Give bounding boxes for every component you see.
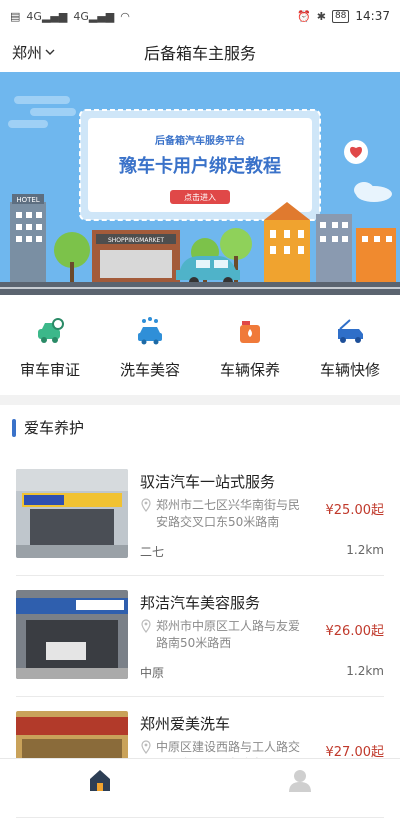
section-header: 爱车养护 bbox=[12, 417, 84, 438]
tab-bar bbox=[0, 758, 400, 800]
home-icon bbox=[87, 767, 113, 793]
status-left: ▤ 4G▂▄▆ 4G▂▄▆ ◠ bbox=[10, 10, 130, 23]
shop-name: 郑州爱美洗车 bbox=[140, 713, 230, 734]
user-icon bbox=[287, 767, 313, 793]
signal-icon: 4G▂▄▆ bbox=[26, 10, 67, 23]
shop-price: ¥26.00起 bbox=[326, 620, 385, 639]
section-accent-bar bbox=[12, 419, 16, 437]
signal-label: 4G bbox=[26, 10, 42, 23]
car-inspection-icon bbox=[34, 315, 66, 347]
hotel-sign: HOTEL bbox=[16, 196, 39, 204]
clock: 14:37 bbox=[355, 9, 390, 23]
service-grid: 审车审证 洗车美容 车辆保养 车辆快修 bbox=[0, 301, 400, 393]
city-selector[interactable]: 郑州 bbox=[12, 42, 56, 63]
sim-icon: ▤ bbox=[10, 10, 20, 23]
service-label: 洗车美容 bbox=[120, 359, 180, 380]
banner-subtitle: 后备箱汽车服务平台 bbox=[155, 134, 245, 147]
car-wash-icon bbox=[134, 315, 166, 347]
banner-illustration: 后备箱汽车服务平台 豫车卡用户绑定教程 点击进入 HOTEL SHOPPINGM… bbox=[0, 72, 400, 295]
service-maintenance[interactable]: 车辆保养 bbox=[200, 301, 300, 393]
signal2-icon: 4G▂▄▆ bbox=[73, 10, 114, 23]
list-item[interactable]: 驭洁汽车一站式服务 郑州市二七区兴华南街与民安路交叉口东50米路南 ¥25.00… bbox=[16, 455, 384, 576]
section-title: 爱车养护 bbox=[24, 417, 84, 438]
shop-distance: 1.2km bbox=[346, 664, 384, 678]
service-label: 车辆保养 bbox=[220, 359, 280, 380]
shop-address-text: 郑州市二七区兴华南街与民安路交叉口东50米路南 bbox=[156, 498, 300, 529]
page-title: 后备箱车主服务 bbox=[0, 40, 400, 64]
shop-sign: SHOPPINGMARKET bbox=[108, 237, 164, 244]
shop-name: 邦洁汽车美容服务 bbox=[140, 592, 260, 613]
shop-distance: 1.2km bbox=[346, 543, 384, 557]
shop-address: 郑州市中原区工人路与友爱路南50米路西 bbox=[140, 618, 310, 652]
oil-maintenance-icon bbox=[234, 315, 266, 347]
service-label: 审车审证 bbox=[20, 359, 80, 380]
city-label: 郑州 bbox=[12, 42, 42, 63]
shop-photo bbox=[16, 590, 128, 679]
promo-banner[interactable]: 后备箱汽车服务平台 豫车卡用户绑定教程 点击进入 HOTEL SHOPPINGM… bbox=[0, 72, 400, 295]
service-wash[interactable]: 洗车美容 bbox=[100, 301, 200, 393]
service-inspection[interactable]: 审车审证 bbox=[0, 301, 100, 393]
shop-photo bbox=[16, 469, 128, 558]
shop-name: 驭洁汽车一站式服务 bbox=[140, 471, 275, 492]
tow-truck-icon bbox=[334, 315, 366, 347]
signal2-label: 4G bbox=[73, 10, 89, 23]
shop-address-text: 郑州市中原区工人路与友爱路南50米路西 bbox=[156, 619, 300, 650]
service-repair[interactable]: 车辆快修 bbox=[300, 301, 400, 393]
list-item[interactable]: 邦洁汽车美容服务 郑州市中原区工人路与友爱路南50米路西 ¥26.00起 中原 … bbox=[16, 576, 384, 697]
shop-area: 中原 bbox=[140, 664, 164, 681]
section-divider bbox=[0, 395, 400, 405]
location-pin-icon bbox=[140, 619, 152, 633]
service-label: 车辆快修 bbox=[320, 359, 380, 380]
status-bar: ▤ 4G▂▄▆ 4G▂▄▆ ◠ ⏰ ✱ 88 14:37 bbox=[0, 0, 400, 32]
shop-address: 郑州市二七区兴华南街与民安路交叉口东50米路南 bbox=[140, 497, 310, 531]
location-pin-icon bbox=[140, 740, 152, 754]
bluetooth-icon: ✱ bbox=[317, 10, 326, 23]
chevron-down-icon bbox=[44, 46, 56, 58]
shop-price: ¥25.00起 bbox=[326, 499, 385, 518]
battery-icon: 88 bbox=[332, 10, 349, 23]
status-right: ⏰ ✱ 88 14:37 bbox=[297, 9, 390, 23]
shop-area: 二七 bbox=[140, 543, 164, 560]
banner-headline: 豫车卡用户绑定教程 bbox=[119, 155, 281, 177]
banner-button[interactable]: 点击进入 bbox=[184, 192, 216, 202]
nav-bar: 郑州 后备箱车主服务 bbox=[0, 32, 400, 72]
wifi-icon: ◠ bbox=[120, 10, 130, 23]
tab-home[interactable] bbox=[0, 759, 200, 800]
tab-profile[interactable] bbox=[200, 759, 400, 800]
location-pin-icon bbox=[140, 498, 152, 512]
alarm-icon: ⏰ bbox=[297, 10, 311, 23]
